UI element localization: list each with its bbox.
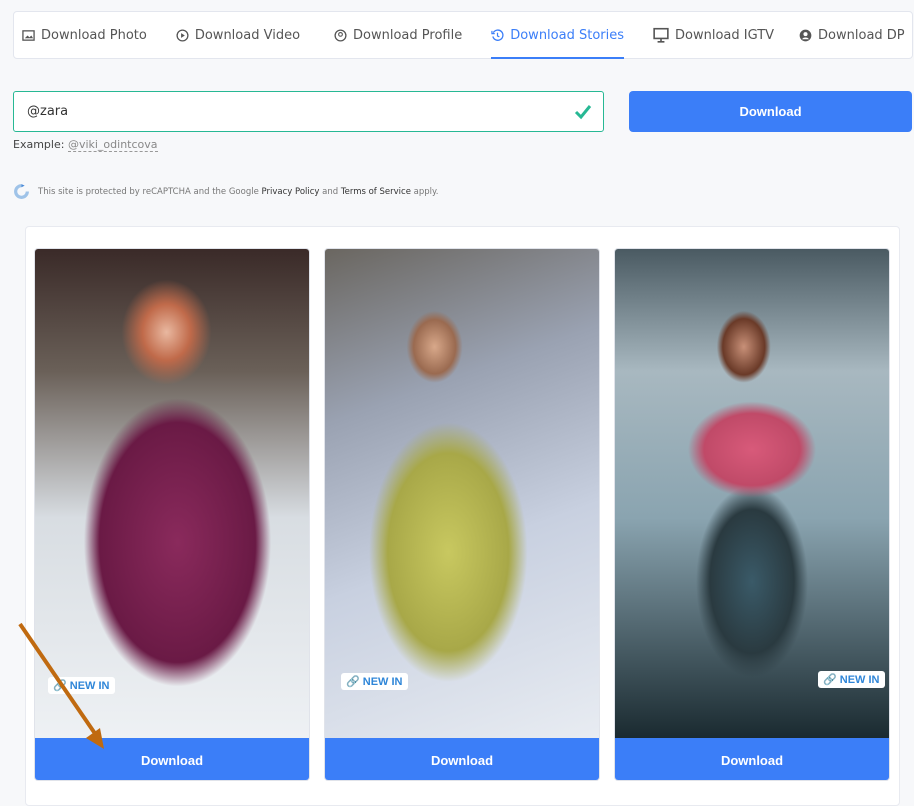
captcha-text: This site is protected by reCAPTCHA and … xyxy=(38,186,259,197)
tab-download-profile[interactable]: Download Profile xyxy=(334,12,462,58)
tab-label: Download Video xyxy=(194,27,301,43)
monitor-icon xyxy=(653,27,669,43)
tab-download-video[interactable]: Download Video xyxy=(176,12,300,58)
tab-label: Download Profile xyxy=(353,27,463,43)
story-card: 🔗 NEW IN Download xyxy=(324,248,600,781)
badge-label: NEW IN xyxy=(839,674,880,686)
tab-label: Download Photo xyxy=(41,27,147,43)
recaptcha-notice: This site is protected by reCAPTCHA and … xyxy=(13,183,439,200)
image-icon xyxy=(22,29,35,41)
new-in-badge: 🔗 NEW IN xyxy=(818,671,885,688)
download-button[interactable]: Download xyxy=(629,91,912,132)
story-download-button[interactable]: Download xyxy=(615,738,889,780)
history-icon xyxy=(491,28,504,41)
tab-download-photo[interactable]: Download Photo xyxy=(22,12,147,58)
username-input[interactable]: @zara xyxy=(13,91,604,132)
tab-download-dp[interactable]: Download DP xyxy=(799,12,905,58)
story-card: 🔗 NEW IN Download xyxy=(34,248,310,781)
user-solid-icon xyxy=(799,29,812,41)
example-label: Example: xyxy=(13,138,65,151)
tab-bar: Download Photo Download Video Download P… xyxy=(13,11,913,59)
input-value: @zara xyxy=(27,104,69,119)
new-in-badge: 🔗 NEW IN xyxy=(341,673,408,690)
play-circle-icon xyxy=(176,28,189,42)
story-image: 🔗 NEW IN xyxy=(325,249,599,738)
user-circle-icon xyxy=(334,28,347,42)
captcha-apply: apply. xyxy=(413,186,439,197)
tab-label: Download Stories xyxy=(510,27,625,43)
story-image: 🔗 NEW IN xyxy=(615,249,889,738)
tab-download-stories[interactable]: Download Stories xyxy=(491,12,625,59)
captcha-and: and xyxy=(322,186,339,197)
privacy-policy-link[interactable]: Privacy Policy xyxy=(262,187,320,197)
badge-label: NEW IN xyxy=(362,676,403,688)
example-link[interactable]: @viki_odintcova xyxy=(67,138,158,152)
tab-label: Download IGTV xyxy=(675,27,775,43)
check-icon xyxy=(574,105,592,120)
recaptcha-icon xyxy=(14,184,29,199)
story-image: 🔗 NEW IN xyxy=(35,249,309,738)
story-card: 🔗 NEW IN Download xyxy=(614,248,890,781)
new-in-badge: 🔗 NEW IN xyxy=(48,677,115,694)
story-download-button[interactable]: Download xyxy=(325,738,599,780)
terms-link[interactable]: Terms of Service xyxy=(341,187,411,197)
story-download-button[interactable]: Download xyxy=(35,738,309,780)
tab-label: Download DP xyxy=(818,27,905,43)
badge-label: NEW IN xyxy=(69,680,110,692)
tab-download-igtv[interactable]: Download IGTV xyxy=(653,12,774,58)
example-hint: Example: @viki_odintcova xyxy=(13,138,158,152)
